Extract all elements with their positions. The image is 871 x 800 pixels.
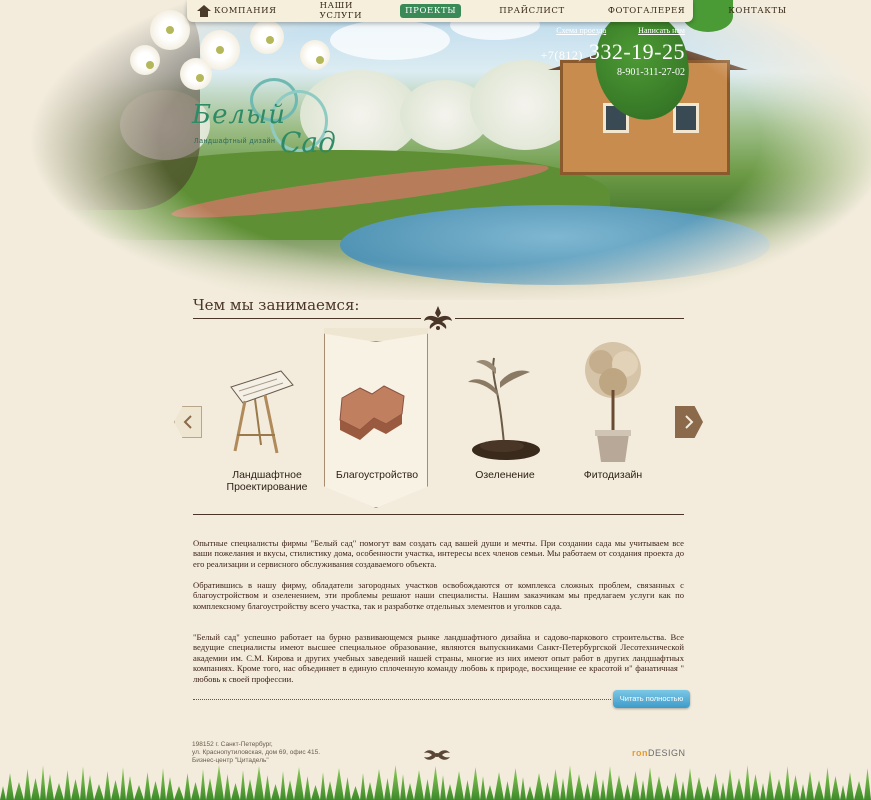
site-logo[interactable]: Белый Ландшафтный дизайн Сад bbox=[192, 78, 337, 178]
header-contacts: Схема проезда Написать нам +7(812) 332-1… bbox=[526, 26, 685, 78]
nav-item-pricelist[interactable]: ПРАЙСЛИСТ bbox=[494, 4, 570, 18]
blossom-flower bbox=[130, 45, 160, 75]
logo-word-1: Белый bbox=[192, 100, 286, 130]
contact-links: Схема проезда Написать нам bbox=[526, 26, 685, 35]
service-label-design[interactable]: Ландшафтное Проектирование bbox=[222, 469, 312, 493]
nav-item-gallery[interactable]: ФОТОГАЛЕРЕЯ bbox=[603, 4, 690, 18]
developer-logo[interactable]: ronDESIGN bbox=[632, 748, 686, 758]
service-label-line: Озеленение bbox=[475, 469, 535, 481]
nav-item-projects[interactable]: ПРОЕКТЫ bbox=[400, 4, 462, 18]
blossom-flower bbox=[300, 40, 330, 70]
grass-border bbox=[0, 765, 871, 800]
map-link[interactable]: Схема проезда bbox=[556, 26, 606, 35]
mobile-number: 8-901-311-27-02 bbox=[617, 67, 685, 78]
address-line: ул. Краснопутиловская, дом 69, офис 415. bbox=[192, 749, 321, 757]
nav-item-company[interactable]: КОМПАНИЯ bbox=[209, 4, 282, 18]
nav-item-services[interactable]: НАШИ УСЛУГИ bbox=[315, 0, 368, 23]
service-label-line: Проектирование bbox=[226, 480, 308, 493]
intro-paragraph-3: "Белый сад" успешно работает на бурно ра… bbox=[193, 632, 684, 684]
service-label-line: Фитодизайн bbox=[583, 469, 643, 481]
read-more-button[interactable]: Читать полностью bbox=[613, 690, 690, 708]
chevron-left-icon bbox=[183, 415, 192, 429]
main-nav: КОМПАНИЯ НАШИ УСЛУГИ ПРОЕКТЫ ПРАЙСЛИСТ Ф… bbox=[187, 0, 786, 23]
service-label-line: Благоустройство bbox=[335, 469, 419, 481]
logo-word-2: Сад bbox=[280, 126, 336, 159]
nav-item-contacts[interactable]: КОНТАКТЫ bbox=[723, 4, 791, 18]
service-label-greening[interactable]: Озеленение bbox=[460, 469, 550, 482]
address-line: 198152 г. Санкт-Петербург, bbox=[192, 741, 273, 748]
section-title: Чем мы занимаемся: bbox=[193, 296, 360, 314]
hero-vignette bbox=[0, 0, 871, 300]
dotted-divider bbox=[193, 699, 611, 700]
service-label-line: Ландшафтное bbox=[232, 469, 302, 481]
chevron-right-icon bbox=[685, 415, 694, 429]
intro-paragraph-1: Опытные специалисты фирмы "Белый сад" по… bbox=[193, 538, 684, 569]
intro-paragraph-2: Обратившись в нашу фирму, обладатели заг… bbox=[193, 580, 684, 611]
logo-tagline: Ландшафтный дизайн bbox=[194, 138, 276, 145]
carousel-next-button[interactable] bbox=[675, 406, 703, 438]
paving-stone-icon[interactable] bbox=[332, 380, 412, 444]
divider bbox=[193, 514, 684, 515]
drafting-table-icon[interactable] bbox=[225, 365, 297, 455]
potted-tree-icon[interactable] bbox=[573, 340, 653, 466]
service-label-landscaping[interactable]: Благоустройство bbox=[332, 469, 422, 482]
write-us-link[interactable]: Написать нам bbox=[638, 26, 685, 35]
carousel-prev-button[interactable] bbox=[174, 406, 202, 438]
sprout-icon[interactable] bbox=[462, 352, 548, 464]
dev-logo-prefix: ron bbox=[632, 748, 648, 758]
phone-number: +7(812) 332-19-25 bbox=[526, 39, 685, 65]
phone-code: +7(812) bbox=[540, 48, 583, 62]
hero-banner bbox=[0, 0, 871, 300]
dev-logo-suffix: DESIGN bbox=[648, 748, 686, 758]
blossom-flower bbox=[150, 10, 190, 50]
blossom-flower bbox=[250, 20, 284, 54]
service-label-phytodesign[interactable]: Фитодизайн bbox=[568, 469, 658, 482]
ornament-icon bbox=[421, 304, 455, 332]
phone-main: 332-19-25 bbox=[588, 39, 685, 64]
